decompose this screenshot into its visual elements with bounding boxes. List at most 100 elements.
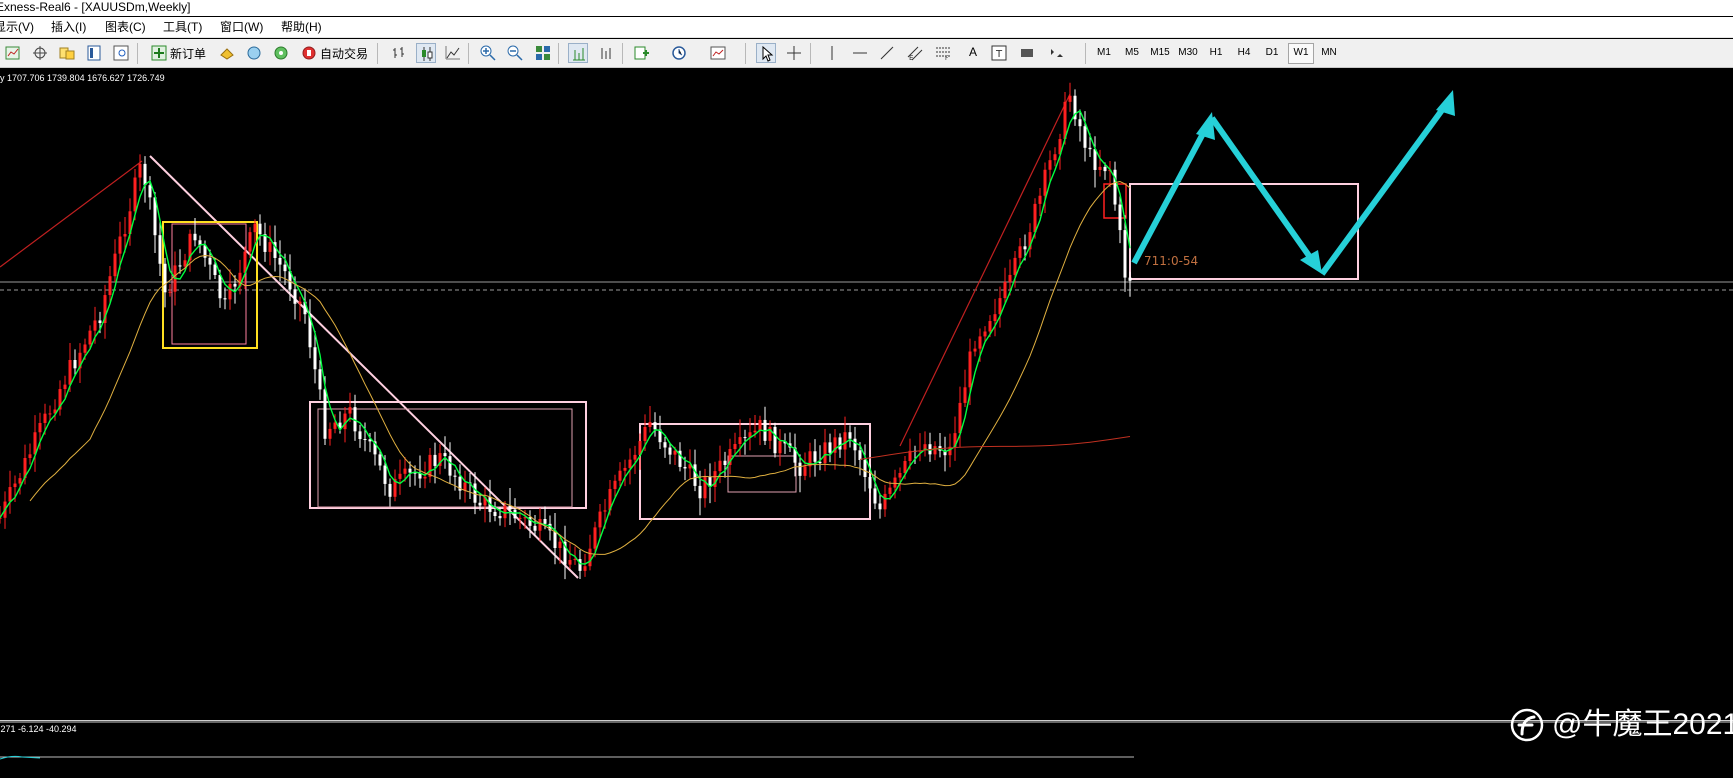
text-tool-button[interactable]: A (969, 45, 977, 59)
market-watch-icon[interactable] (57, 43, 77, 63)
price-bar-body (603, 510, 607, 512)
price-bar-body (218, 275, 222, 299)
equidistant-channel-icon[interactable]: E (905, 43, 925, 63)
menu-help[interactable]: 帮助(H) (281, 19, 322, 35)
price-bar-body (628, 459, 632, 468)
price-chart[interactable]: 711:0-54 (0, 68, 1733, 718)
market-icon[interactable] (271, 43, 291, 63)
new-order-icon[interactable] (149, 43, 169, 63)
timeframe-d1[interactable]: D1 (1259, 47, 1285, 58)
toolbar-separator (558, 43, 559, 64)
indicator-plot (0, 721, 1733, 760)
price-bar-body (1083, 126, 1087, 148)
signals-icon[interactable] (244, 43, 264, 63)
timeframe-m5[interactable]: M5 (1119, 47, 1145, 58)
price-bar-body (803, 466, 807, 476)
price-bar-body (363, 439, 367, 441)
price-bar-body (863, 460, 867, 478)
new-order-button[interactable]: 新订单 (170, 45, 206, 62)
line-chart-icon[interactable] (443, 43, 463, 63)
price-bar-body (613, 480, 617, 489)
price-bar-body (823, 442, 827, 464)
price-bar-body (253, 223, 257, 233)
price-bar-body (113, 253, 117, 277)
price-bar-body (643, 426, 647, 441)
price-bar-body (983, 331, 987, 337)
price-bar-body (968, 351, 972, 388)
price-bar-body (38, 422, 42, 433)
price-bar-body (1103, 166, 1107, 172)
timeframe-mn[interactable]: MN (1316, 47, 1342, 58)
price-bar-body (428, 454, 432, 477)
price-bar-body (378, 454, 382, 466)
timeframe-h1[interactable]: H1 (1203, 47, 1229, 58)
menu-tools[interactable]: 工具(T) (163, 19, 202, 35)
window-title: Exness-Real6 - [XAUUSDm,Weekly] (0, 0, 191, 14)
price-bar-body (163, 263, 167, 293)
timeframe-m1[interactable]: M1 (1091, 47, 1117, 58)
rectangle-icon[interactable] (1017, 43, 1037, 63)
new-chart-icon[interactable] (3, 43, 23, 63)
price-bar-body (1023, 246, 1027, 250)
fibonacci-icon[interactable]: F (933, 43, 953, 63)
history-icon[interactable] (217, 43, 237, 63)
price-bar-body (258, 223, 262, 235)
price-bar-body (13, 483, 17, 488)
vertical-line-icon[interactable] (822, 43, 842, 63)
indicator-window[interactable] (0, 720, 1733, 773)
price-bar-body (93, 320, 97, 331)
trendline-icon[interactable] (877, 43, 897, 63)
price-bar-body (63, 384, 67, 390)
zoom-in-icon[interactable] (478, 43, 498, 63)
price-bar-body (168, 291, 172, 293)
price-bar-body (588, 548, 592, 567)
auto-trading-icon[interactable] (299, 43, 319, 63)
cursor-icon[interactable] (756, 43, 776, 63)
chart-shift-icon[interactable] (596, 43, 616, 63)
price-bar-body (963, 387, 967, 403)
zoom-out-icon[interactable] (505, 43, 525, 63)
timeframe-m15[interactable]: M15 (1147, 47, 1173, 58)
price-bar-body (543, 519, 547, 524)
timeframe-h4[interactable]: H4 (1231, 47, 1257, 58)
price-bar-body (383, 465, 387, 484)
indicators-icon[interactable] (632, 43, 652, 63)
tile-windows-icon[interactable] (533, 43, 553, 63)
arrows-icon[interactable] (1046, 43, 1066, 63)
profiles-icon[interactable] (30, 43, 50, 63)
price-bar-body (1068, 95, 1072, 102)
menu-view[interactable]: 显示(V) (0, 19, 34, 35)
menu-window[interactable]: 窗口(W) (220, 19, 263, 35)
price-bar-body (233, 283, 237, 287)
ohlc-readout: ly 1707.706 1739.804 1676.627 1726.749 (0, 73, 165, 83)
price-bar-body (978, 336, 982, 349)
timeframe-m30[interactable]: M30 (1175, 47, 1201, 58)
fibonacci-label-group: 711:0-54 (1144, 254, 1198, 268)
text-label-icon[interactable]: T (989, 43, 1009, 63)
price-bar-body (883, 493, 887, 510)
price-bar-body (318, 369, 322, 390)
timeframe-w1[interactable]: W1 (1288, 47, 1314, 58)
price-bar-body (758, 419, 762, 431)
candlestick-chart-icon[interactable] (416, 43, 436, 63)
price-bar-body (283, 264, 287, 272)
periods-icon[interactable] (669, 43, 689, 63)
price-bar-body (48, 413, 52, 415)
auto-trading-button[interactable]: 自动交易 (320, 45, 368, 62)
price-bar-body (738, 437, 742, 444)
menu-insert[interactable]: 插入(I) (51, 19, 86, 35)
navigator-icon[interactable] (84, 43, 104, 63)
price-bar-body (208, 257, 212, 265)
svg-text:F: F (945, 55, 949, 61)
price-bar-body (118, 236, 122, 254)
price-bar-body (348, 407, 352, 414)
terminal-icon[interactable] (111, 43, 131, 63)
bar-chart-icon[interactable] (389, 43, 409, 63)
price-bar-body (1043, 169, 1047, 196)
templates-icon[interactable] (708, 43, 728, 63)
price-bar-body (298, 301, 302, 304)
auto-scroll-icon[interactable] (568, 43, 588, 63)
menu-charts[interactable]: 图表(C) (105, 19, 146, 35)
crosshair-icon[interactable] (784, 43, 804, 63)
horizontal-line-icon[interactable] (850, 43, 870, 63)
